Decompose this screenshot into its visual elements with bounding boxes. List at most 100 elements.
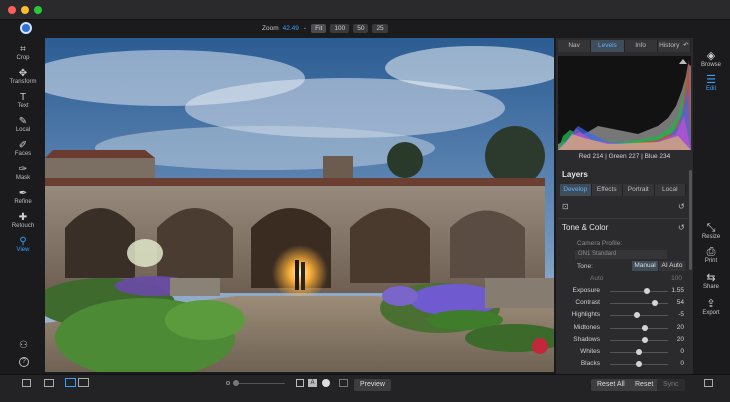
overlay-icon[interactable]	[339, 379, 348, 387]
slider-midtones[interactable]: Midtones 20	[560, 323, 688, 333]
help-icon[interactable]: ?	[19, 357, 29, 367]
slider-contrast[interactable]: Contrast 54	[560, 298, 688, 308]
user-icon[interactable]: ⚇	[19, 340, 28, 351]
camera-profile-label: Camera Profile:	[577, 240, 623, 247]
slider-track[interactable]	[610, 339, 668, 341]
slider-value[interactable]: -5	[678, 311, 684, 318]
minimize-window-button[interactable]	[21, 6, 29, 14]
auto-label: Auto	[590, 275, 604, 282]
slider-knob[interactable]	[636, 361, 642, 368]
view-square-icon[interactable]	[296, 379, 304, 387]
tool-local[interactable]: ✎ Local	[8, 116, 38, 140]
slider-knob[interactable]	[636, 349, 642, 355]
slider-knob[interactable]	[644, 288, 651, 294]
photo-canvas[interactable]	[45, 38, 554, 372]
mode-edit[interactable]: ☰ Edit	[696, 74, 726, 92]
slider-blacks[interactable]: Blacks 0	[560, 359, 688, 369]
close-window-button[interactable]	[8, 6, 16, 14]
slider-track[interactable]	[610, 303, 668, 305]
tool-retouch[interactable]: ✚ Retouch	[8, 212, 38, 236]
tool-transform[interactable]: ✥ Transform	[8, 68, 38, 92]
mode-print[interactable]: ⎙ Print	[696, 246, 726, 264]
undo-icon[interactable]: ↶	[683, 42, 688, 49]
slider-shadows[interactable]: Shadows 20	[560, 335, 688, 345]
zoom-100-button[interactable]: 100	[330, 23, 350, 33]
slider-whites[interactable]: Whites 0	[560, 347, 688, 357]
slider-value[interactable]: 20	[677, 324, 684, 331]
tool-faces[interactable]: ✐ Faces	[8, 140, 38, 164]
mode-export[interactable]: ⇪ Export	[696, 298, 726, 316]
tone-ai-auto-button[interactable]: AI Auto	[659, 261, 685, 271]
mode-share[interactable]: ⇆ Share	[696, 272, 726, 290]
tab-effects[interactable]: Effects	[591, 184, 623, 196]
slider-value[interactable]: 0	[680, 348, 684, 355]
mode-browse[interactable]: ◈ Browse	[696, 50, 726, 68]
slider-knob[interactable]	[641, 336, 648, 343]
slider-track[interactable]	[610, 291, 668, 292]
reset-all-button[interactable]: Reset All	[591, 379, 631, 391]
tool-refine[interactable]: ✒ Refine	[8, 188, 38, 212]
histogram-readout: Red 214 | Green 227 | Blue 234	[578, 153, 671, 160]
preview-button[interactable]: Preview	[354, 379, 391, 391]
reset-button[interactable]: Reset	[629, 379, 660, 391]
slider-value[interactable]: 54	[677, 299, 684, 306]
right-panel-toggle-icon[interactable]	[704, 379, 713, 387]
slider-value[interactable]: 1.55	[671, 287, 684, 294]
slider-label: Blacks	[580, 360, 600, 368]
filmstrip-icon[interactable]	[44, 379, 54, 387]
mode-label: Share	[702, 284, 719, 290]
zoom-value[interactable]: 42.49	[283, 25, 299, 32]
tab-local[interactable]: Local	[654, 184, 686, 196]
tab-levels[interactable]: Levels	[591, 40, 625, 52]
slider-value[interactable]: 20	[677, 336, 684, 343]
tool-view[interactable]: ⚲ View	[8, 236, 38, 260]
tab-history[interactable]: History ↶	[657, 40, 691, 52]
mode-resize[interactable]: ⤡ Resize	[696, 222, 726, 240]
tone-color-reset-icon[interactable]: ↺	[678, 223, 685, 232]
zoom-slider-knob[interactable]	[233, 380, 239, 386]
zoom-fit-button[interactable]: Fit	[311, 23, 327, 33]
preset-icon[interactable]: ⊡	[562, 202, 569, 211]
zoom-25-button[interactable]: 25	[372, 23, 388, 33]
mask-view-icon[interactable]	[322, 379, 330, 387]
histogram-graph	[558, 56, 691, 150]
tool-label: Transform	[9, 79, 37, 85]
tab-info[interactable]: Info	[624, 40, 658, 52]
zoom-50-button[interactable]: 50	[353, 23, 369, 33]
view-text-icon[interactable]: A	[308, 379, 317, 387]
slider-knob[interactable]	[641, 324, 648, 331]
title-bar	[0, 0, 730, 20]
tool-crop[interactable]: ⌗ Crop	[8, 44, 38, 68]
tab-history-label: History	[659, 42, 680, 49]
camera-profile-select[interactable]: ON1 Standard	[575, 250, 667, 259]
zoom-slider[interactable]	[233, 383, 285, 384]
chevron-down-icon[interactable]: ⌄	[303, 25, 307, 31]
edit-sliders-icon: ☰	[706, 74, 716, 86]
photo-image	[45, 38, 554, 372]
tab-portrait[interactable]: Portrait	[623, 184, 655, 196]
compare-view-icon[interactable]	[78, 378, 89, 387]
single-view-icon[interactable]	[65, 378, 76, 387]
tool-text[interactable]: T Text	[8, 92, 38, 116]
tone-manual-button[interactable]: Manual	[632, 261, 658, 271]
share-icon: ⇆	[706, 272, 716, 284]
zoom-window-button[interactable]	[34, 6, 42, 14]
tab-nav[interactable]: Nav	[558, 40, 592, 52]
slider-knob[interactable]	[651, 300, 658, 307]
auto-value: 100	[671, 275, 682, 282]
slider-label: Shadows	[573, 335, 600, 343]
reset-layer-icon[interactable]: ↺	[678, 202, 685, 211]
panel-toggle-icon[interactable]	[22, 379, 31, 387]
slider-value[interactable]: 0	[680, 360, 684, 367]
tab-develop[interactable]: Develop	[560, 184, 592, 196]
slider-label: Highlights	[571, 311, 600, 319]
tool-label: View	[16, 247, 30, 253]
tool-mask[interactable]: ✑ Mask	[8, 164, 38, 188]
sync-button[interactable]: Sync	[657, 379, 685, 391]
slider-knob[interactable]	[634, 312, 641, 319]
slider-exposure[interactable]: Exposure 1.55	[560, 286, 688, 296]
slider-highlights[interactable]: Highlights -5	[560, 310, 688, 320]
panel-scrollbar[interactable]	[689, 170, 692, 270]
slider-track[interactable]	[610, 327, 668, 329]
local-brush-icon: ✎	[18, 116, 28, 127]
